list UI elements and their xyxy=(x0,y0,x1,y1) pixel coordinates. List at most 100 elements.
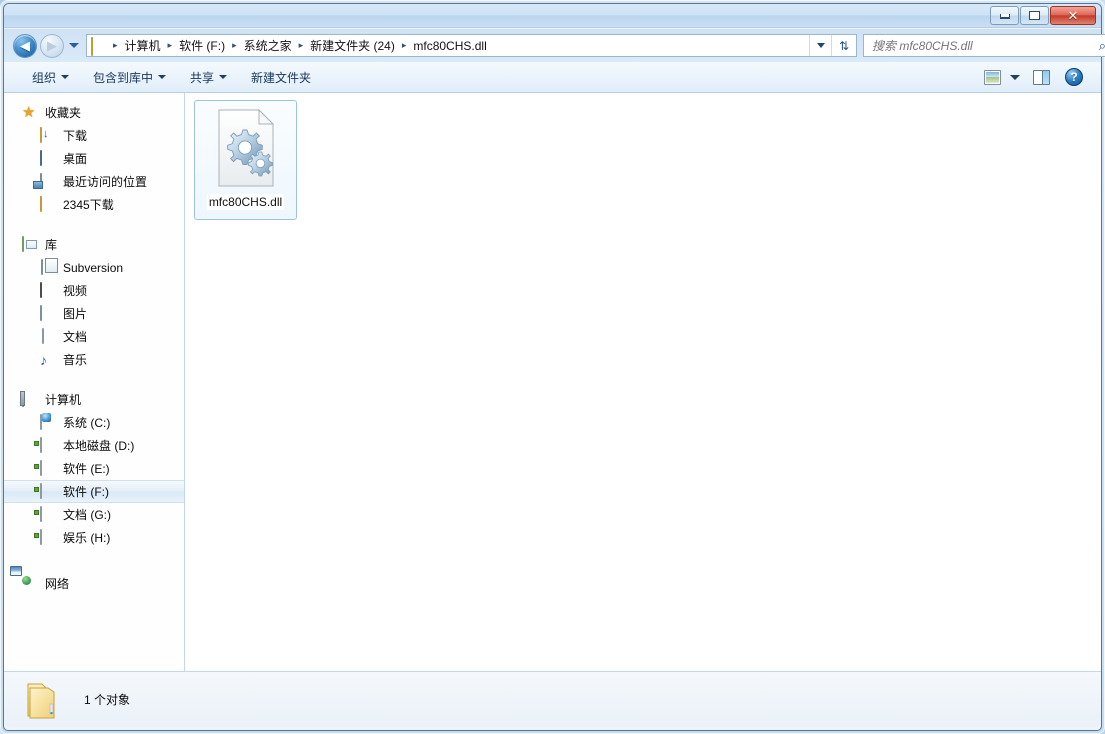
dll-file-icon xyxy=(213,108,279,188)
sidebar-item-label: 库 xyxy=(45,239,57,251)
organize-label: 组织 xyxy=(32,69,56,86)
sidebar-item-label: 计算机 xyxy=(45,394,81,406)
chevron-down-icon[interactable] xyxy=(1010,75,1020,80)
folder-icon xyxy=(40,197,56,213)
sidebar-spacer xyxy=(4,371,184,388)
sidebar-item-drive-f[interactable]: 软件 (F:) xyxy=(4,480,184,503)
navigation-pane[interactable]: ★ 收藏夹 下载 桌面 最近访问的位置 2345下载 xyxy=(4,93,185,671)
sidebar-item-libraries[interactable]: 库 xyxy=(4,233,184,256)
maximize-icon xyxy=(1029,11,1040,20)
sidebar-item-label: 桌面 xyxy=(63,153,87,165)
forward-button[interactable]: ▶ xyxy=(40,34,64,58)
sidebar-spacer xyxy=(4,216,184,233)
address-dropdown-button[interactable] xyxy=(810,35,831,56)
recent-pages-chevron-icon[interactable] xyxy=(69,43,79,48)
title-bar[interactable]: ✕ xyxy=(4,4,1101,28)
preview-pane-icon[interactable] xyxy=(1033,70,1050,85)
sidebar-item-music[interactable]: ♪ 音乐 xyxy=(4,348,184,371)
breadcrumb-item-drive-f[interactable]: 软件 (F:) xyxy=(176,35,228,56)
sidebar-spacer xyxy=(4,549,184,572)
search-input[interactable] xyxy=(872,39,1096,53)
status-bar: 1 个对象 xyxy=(4,671,1101,727)
folder-icon xyxy=(20,678,72,722)
status-text: 1 个对象 xyxy=(84,691,130,708)
sidebar-item-subversion[interactable]: Subversion xyxy=(4,256,184,279)
navigation-bar: ◀ ▶ ▸ 计算机 ▸ 软件 (F:) ▸ 系统之家 ▸ 新建文件夹 (24) … xyxy=(4,29,1101,62)
sidebar-item-2345-downloads[interactable]: 2345下载 xyxy=(4,193,184,216)
sidebar-item-label: 视频 xyxy=(63,285,87,297)
sidebar-item-label: 软件 (E:) xyxy=(63,463,110,475)
minimize-icon xyxy=(1000,14,1010,18)
sidebar-item-label: 下载 xyxy=(63,130,87,142)
sidebar-item-network[interactable]: 网络 xyxy=(4,572,184,595)
new-folder-button[interactable]: 新建文件夹 xyxy=(241,65,321,90)
chevron-down-icon xyxy=(817,43,825,48)
window-controls: ✕ xyxy=(990,6,1096,25)
sidebar-item-label: 最近访问的位置 xyxy=(63,176,147,188)
sidebar-item-drive-d[interactable]: 本地磁盘 (D:) xyxy=(4,434,184,457)
breadcrumb-separator: ▸ xyxy=(295,41,308,50)
include-in-library-button[interactable]: 包含到库中 xyxy=(83,65,176,90)
address-bar[interactable]: ▸ 计算机 ▸ 软件 (F:) ▸ 系统之家 ▸ 新建文件夹 (24) ▸ mf… xyxy=(86,34,832,57)
breadcrumb-item-xitongzhijia[interactable]: 系统之家 xyxy=(241,35,295,56)
search-icon[interactable]: ⌕ xyxy=(1096,38,1105,54)
minimize-button[interactable] xyxy=(990,6,1019,25)
recent-places-icon xyxy=(40,174,56,190)
address-folder-icon-wrap xyxy=(87,38,109,54)
refresh-button[interactable]: ⇅ xyxy=(831,35,856,56)
sidebar-group-favorites: ★ 收藏夹 下载 桌面 最近访问的位置 2345下载 xyxy=(4,101,184,216)
toolbar-right-group: ? xyxy=(984,68,1101,86)
sidebar-item-drive-h[interactable]: 娱乐 (H:) xyxy=(4,526,184,549)
breadcrumb-separator: ▸ xyxy=(228,41,241,50)
sidebar-item-documents[interactable]: 文档 xyxy=(4,325,184,348)
close-icon: ✕ xyxy=(1068,9,1079,22)
sidebar-item-desktop[interactable]: 桌面 xyxy=(4,147,184,170)
sidebar-item-videos[interactable]: 视频 xyxy=(4,279,184,302)
maximize-button[interactable] xyxy=(1020,6,1049,25)
pictures-library-icon xyxy=(40,306,56,322)
sidebar-item-label: 文档 (G:) xyxy=(63,509,111,521)
sidebar-item-drive-g[interactable]: 文档 (G:) xyxy=(4,503,184,526)
sidebar-group-computer: 计算机 系统 (C:) 本地磁盘 (D:) 软件 (E:) 软件 (F:) xyxy=(4,388,184,549)
breadcrumb-item-computer[interactable]: 计算机 xyxy=(122,35,164,56)
drive-icon xyxy=(40,438,56,454)
sidebar-item-label: 网络 xyxy=(45,578,69,590)
folder-icon xyxy=(91,38,107,54)
back-button[interactable]: ◀ xyxy=(13,34,37,58)
sidebar-item-drive-c[interactable]: 系统 (C:) xyxy=(4,411,184,434)
library-icon xyxy=(22,237,38,253)
music-library-icon: ♪ xyxy=(40,352,56,368)
downloads-folder-icon xyxy=(40,128,56,144)
sidebar-item-computer[interactable]: 计算机 xyxy=(4,388,184,411)
list-item[interactable]: mfc80CHS.dll xyxy=(194,100,297,220)
sidebar-item-downloads[interactable]: 下载 xyxy=(4,124,184,147)
close-button[interactable]: ✕ xyxy=(1050,6,1096,25)
sidebar-group-libraries: 库 Subversion 视频 图片 文档 xyxy=(4,233,184,371)
desktop-icon xyxy=(40,151,56,167)
view-mode-icon[interactable] xyxy=(984,70,1001,85)
breadcrumb-item-current[interactable]: mfc80CHS.dll xyxy=(410,37,489,55)
sidebar-item-label: 娱乐 (H:) xyxy=(63,532,110,544)
sidebar-item-label: 2345下载 xyxy=(63,199,114,211)
breadcrumb-item-new-folder[interactable]: 新建文件夹 (24) xyxy=(307,35,398,56)
sidebar-item-drive-e[interactable]: 软件 (E:) xyxy=(4,457,184,480)
chevron-down-icon xyxy=(158,75,166,79)
chevron-down-icon xyxy=(61,75,69,79)
search-box[interactable]: ⌕ xyxy=(863,34,1105,57)
help-icon[interactable]: ? xyxy=(1065,68,1083,86)
back-arrow-icon: ◀ xyxy=(14,35,36,57)
forward-arrow-icon: ▶ xyxy=(41,35,63,57)
drive-icon xyxy=(40,461,56,477)
drive-icon xyxy=(40,484,56,500)
breadcrumb-separator: ▸ xyxy=(164,41,177,50)
file-list-pane[interactable]: mfc80CHS.dll xyxy=(185,93,1101,671)
sidebar-item-favorites[interactable]: ★ 收藏夹 xyxy=(4,101,184,124)
sidebar-item-pictures[interactable]: 图片 xyxy=(4,302,184,325)
drive-icon xyxy=(40,530,56,546)
documents-library-icon xyxy=(40,329,56,345)
sidebar-item-recent-places[interactable]: 最近访问的位置 xyxy=(4,170,184,193)
organize-button[interactable]: 组织 xyxy=(22,65,79,90)
sidebar-item-label: 文档 xyxy=(63,331,87,343)
computer-icon xyxy=(22,392,38,408)
share-with-button[interactable]: 共享 xyxy=(180,65,237,90)
